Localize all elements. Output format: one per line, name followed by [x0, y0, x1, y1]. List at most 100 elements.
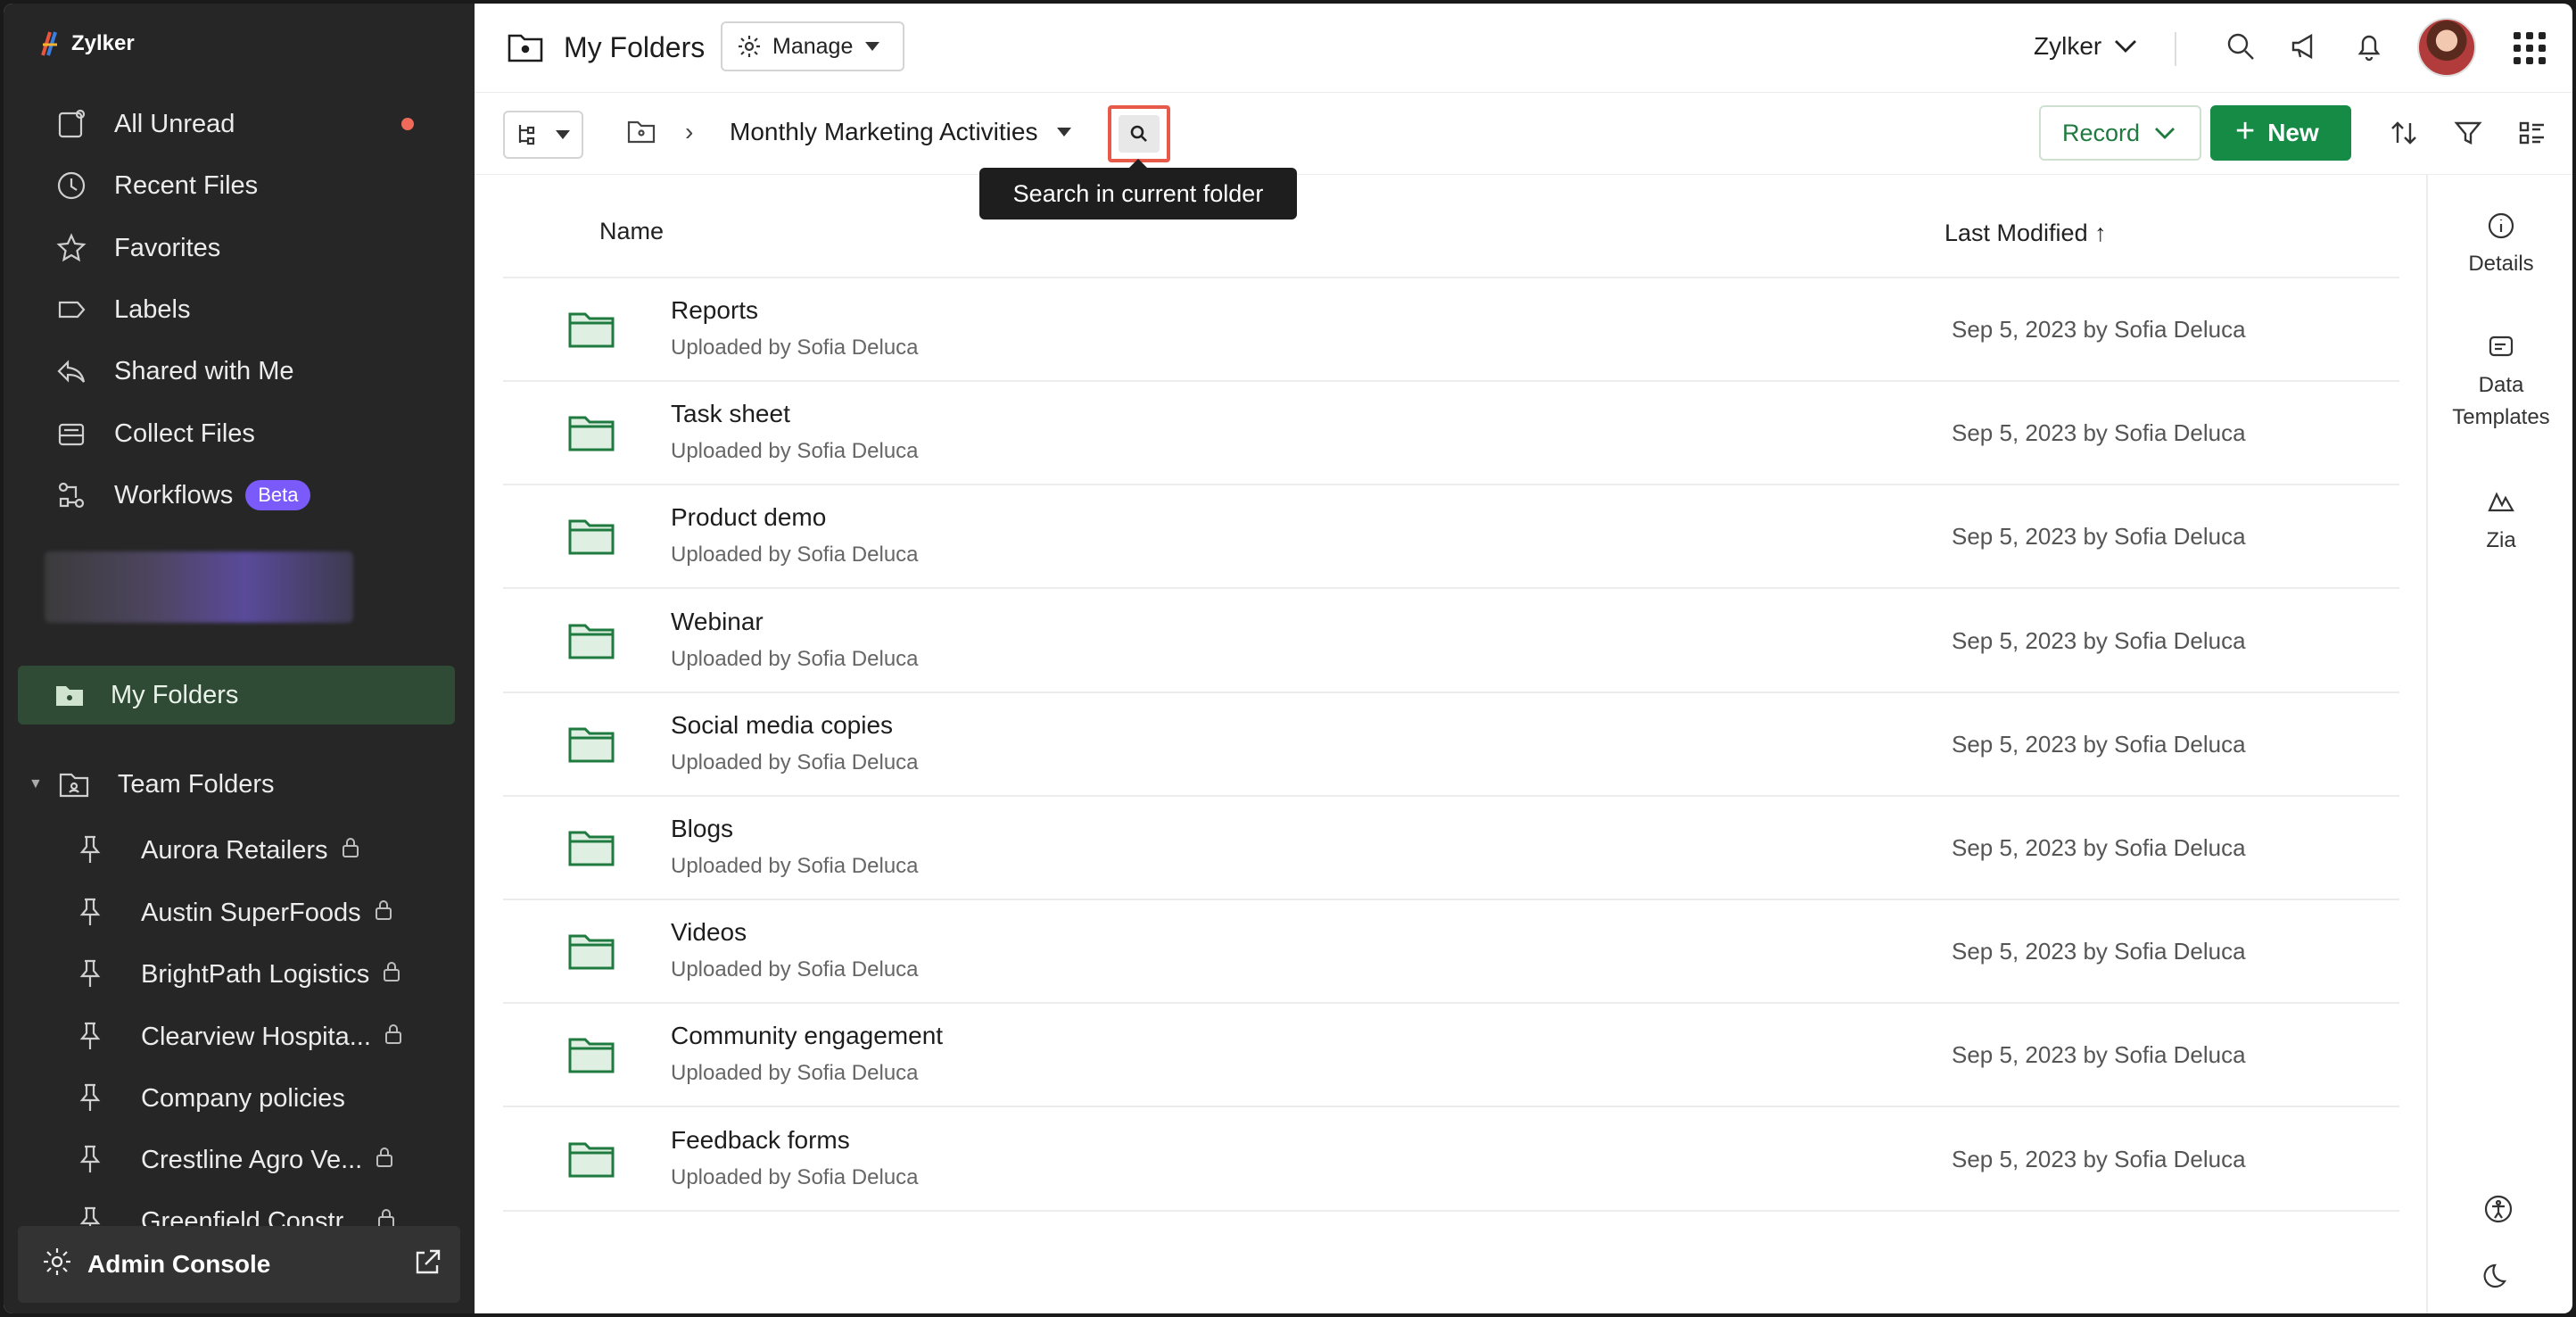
- page-title-text: My Folders: [564, 30, 706, 63]
- manage-dropdown[interactable]: Manage: [721, 21, 904, 71]
- details-button[interactable]: Details: [2428, 211, 2572, 280]
- filter-icon[interactable]: [2453, 118, 2485, 150]
- team-folder-label: BrightPath Logistics: [141, 959, 370, 989]
- collapse-triangle-icon[interactable]: ▼: [29, 776, 43, 792]
- label-icon: [54, 292, 89, 327]
- folder-name[interactable]: Social media copies: [671, 711, 893, 740]
- folder-name[interactable]: Webinar: [671, 608, 764, 636]
- accessibility-icon[interactable]: [2483, 1194, 2519, 1230]
- bell-icon[interactable]: [2353, 30, 2389, 66]
- sidebar: Zylker All Unread Recent Files Favorites…: [4, 4, 475, 1313]
- external-link-icon[interactable]: [412, 1247, 442, 1284]
- column-header-name[interactable]: Name: [599, 218, 664, 245]
- folder-last-modified: Sep 5, 2023 by Sofia Deluca: [1952, 1041, 2246, 1069]
- search-icon[interactable]: [2225, 30, 2260, 66]
- table-row[interactable]: Feedback forms Uploaded by Sofia Deluca Se…: [503, 1108, 2399, 1212]
- new-label: New: [2267, 119, 2319, 146]
- unread-dot: [401, 118, 414, 130]
- beta-badge: Beta: [245, 480, 311, 510]
- org-switcher[interactable]: Zylker: [2034, 32, 2137, 61]
- toolbar: › Monthly Marketing Activities Record + …: [475, 93, 2572, 175]
- table-row[interactable]: Product demo Uploaded by Sofia Deluca Sep …: [503, 485, 2399, 590]
- caret-down-icon: [556, 130, 570, 139]
- team-folder-label: Austin SuperFoods: [141, 898, 361, 927]
- avatar[interactable]: [2417, 18, 2476, 77]
- folder-name[interactable]: Videos: [671, 918, 747, 947]
- folder-name[interactable]: Blogs: [671, 815, 733, 843]
- folder-icon: [567, 829, 615, 868]
- sidebar-item-my-folders[interactable]: My Folders: [18, 666, 455, 725]
- search-icon: [1130, 125, 1147, 142]
- brand[interactable]: Zylker: [39, 30, 135, 57]
- clock-icon: [54, 168, 89, 203]
- folder-name[interactable]: Task sheet: [671, 400, 790, 428]
- team-folder-item[interactable]: Company policies: [77, 1078, 345, 1119]
- plus-icon: +: [2235, 112, 2256, 150]
- folder-icon: [567, 725, 615, 765]
- folder-icon: [508, 34, 543, 62]
- folder-uploaded-by: Uploaded by Sofia Deluca: [671, 750, 919, 774]
- table-row[interactable]: Community engagement Uploaded by Sofia De…: [503, 1004, 2399, 1108]
- record-label: Record: [2062, 119, 2141, 146]
- sidebar-item-workflows[interactable]: Workflows Beta: [54, 473, 311, 518]
- sidebar-item-collect-files[interactable]: Collect Files: [54, 411, 255, 456]
- sidebar-item-label: Favorites: [114, 233, 221, 262]
- breadcrumb-root-folder-icon[interactable]: [626, 118, 656, 149]
- workflow-icon: [54, 477, 89, 513]
- search-in-folder-button[interactable]: [1108, 105, 1170, 162]
- folder-name[interactable]: Reports: [671, 296, 758, 325]
- apps-grid-icon[interactable]: [2514, 32, 2546, 64]
- folder-icon: [567, 414, 615, 453]
- team-folder-label: Clearview Hospita...: [141, 1022, 371, 1051]
- sidebar-item-shared-with-me[interactable]: Shared with Me: [54, 349, 294, 393]
- folder-last-modified: Sep 5, 2023 by Sofia Deluca: [1952, 834, 2246, 861]
- sidebar-item-label: Labels: [114, 294, 191, 324]
- data-templates-button[interactable]: Data Templates: [2428, 332, 2572, 434]
- sidebar-item-all-unread[interactable]: All Unread: [54, 102, 235, 146]
- column-header-last-modified[interactable]: Last Modified ↑: [1944, 220, 2107, 247]
- folder-name[interactable]: Feedback forms: [671, 1126, 850, 1155]
- folder-icon: [567, 518, 615, 557]
- team-folder-item[interactable]: Clearview Hospita...: [77, 1016, 403, 1057]
- sidebar-item-labels[interactable]: Labels: [54, 287, 190, 332]
- team-folder-item[interactable]: Crestline Agro Ve...: [77, 1139, 394, 1180]
- folder-uploaded-by: Uploaded by Sofia Deluca: [671, 439, 919, 464]
- pin-icon: [77, 1082, 109, 1114]
- tree-icon: [518, 125, 535, 145]
- table-row[interactable]: Reports Uploaded by Sofia Deluca Sep 5, 20…: [503, 278, 2399, 382]
- table-row[interactable]: Task sheet Uploaded by Sofia Deluca Sep 5,…: [503, 382, 2399, 486]
- team-folder-item[interactable]: Austin SuperFoods: [77, 892, 393, 933]
- table-row[interactable]: Blogs Uploaded by Sofia Deluca Sep 5, 2023…: [503, 797, 2399, 900]
- admin-console-label: Admin Console: [87, 1250, 271, 1278]
- table-row[interactable]: Webinar Uploaded by Sofia Deluca Sep 5, 20…: [503, 590, 2399, 693]
- view-options-icon[interactable]: [2517, 118, 2549, 150]
- folder-name[interactable]: Community engagement: [671, 1022, 943, 1050]
- sidebar-item-favorites[interactable]: Favorites: [54, 226, 220, 270]
- breadcrumb-current-label: Monthly Marketing Activities: [730, 118, 1038, 145]
- announcement-icon[interactable]: [2289, 30, 2324, 66]
- table-row[interactable]: Videos Uploaded by Sofia Deluca Sep 5, 202…: [503, 900, 2399, 1005]
- sidebar-item-recent-files[interactable]: Recent Files: [54, 163, 258, 208]
- tree-view-toggle[interactable]: [503, 111, 583, 159]
- blurred-banner: [45, 551, 353, 623]
- dark-mode-icon[interactable]: [2483, 1260, 2519, 1296]
- zia-button[interactable]: Zia: [2428, 487, 2572, 557]
- lock-icon: [328, 836, 360, 866]
- breadcrumb-current[interactable]: Monthly Marketing Activities: [730, 118, 1072, 146]
- file-list: Name Last Modified ↑ Reports Uploaded by …: [475, 175, 2405, 1313]
- folder-name[interactable]: Product demo: [671, 503, 826, 532]
- data-templates-label-2: Templates: [2452, 405, 2550, 429]
- pin-icon: [77, 1021, 109, 1053]
- folder-uploaded-by: Uploaded by Sofia Deluca: [671, 543, 919, 567]
- folder-uploaded-by: Uploaded by Sofia Deluca: [671, 335, 919, 360]
- new-button[interactable]: + New: [2210, 105, 2351, 161]
- lock-icon: [361, 899, 393, 928]
- admin-console-button[interactable]: Admin Console: [18, 1226, 460, 1303]
- sidebar-item-team-folders[interactable]: ▼ Team Folders: [29, 767, 275, 801]
- record-dropdown[interactable]: Record: [2039, 105, 2201, 161]
- team-folder-item[interactable]: Aurora Retailers: [77, 830, 360, 871]
- team-folder-item[interactable]: BrightPath Logistics: [77, 954, 401, 995]
- tray-icon: [54, 416, 89, 451]
- sort-icon[interactable]: [2389, 118, 2421, 150]
- table-row[interactable]: Social media copies Uploaded by Sofia Del…: [503, 693, 2399, 797]
